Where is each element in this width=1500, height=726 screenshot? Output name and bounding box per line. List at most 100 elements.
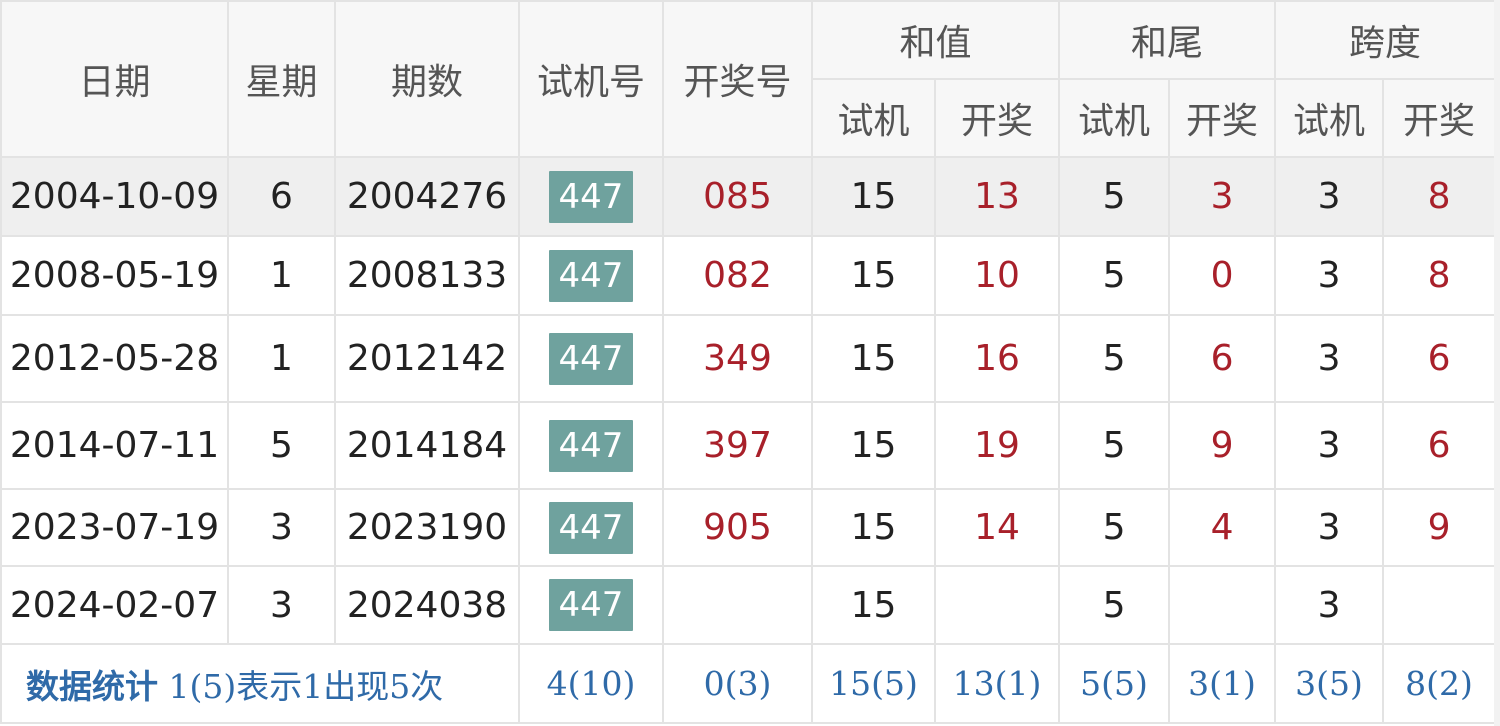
cell-tail-draw: 4 <box>1168 488 1277 567</box>
cell-draw: 349 <box>662 314 813 403</box>
cell-sum-draw: 13 <box>933 156 1061 237</box>
cell-issue: 2023190 <box>334 488 520 567</box>
trial-number-badge: 447 <box>549 170 633 223</box>
cell-span-trial: 3 <box>1274 314 1385 403</box>
stats-sum-draw: 13(1) <box>933 643 1061 724</box>
cell-draw: 905 <box>662 488 813 567</box>
cell-date: 2012-05-28 <box>0 314 229 403</box>
table-row: 2024-02-07 3 2024038 447 15 5 3 <box>0 565 1497 645</box>
cell-date: 2004-10-09 <box>0 156 229 237</box>
cell-date: 2024-02-07 <box>0 565 229 645</box>
cell-date: 2008-05-19 <box>0 235 229 316</box>
cell-draw <box>662 565 813 645</box>
cell-tail-trial: 5 <box>1058 156 1171 237</box>
cell-span-trial: 3 <box>1274 488 1385 567</box>
stats-span-draw: 8(2) <box>1382 643 1497 724</box>
cell-tail-draw: 3 <box>1168 156 1277 237</box>
cell-tail-trial: 5 <box>1058 235 1171 316</box>
stats-trial: 4(10) <box>518 643 664 724</box>
header-date: 日期 <box>0 0 229 158</box>
cell-sum-trial: 15 <box>811 565 936 645</box>
table-row: 2004-10-09 6 2004276 447 085 15 13 5 3 3… <box>0 156 1497 237</box>
stats-span-trial: 3(5) <box>1274 643 1385 724</box>
scroll-edge <box>1494 0 1500 726</box>
stats-row: 数据统计 1(5)表示1出现5次 4(10) 0(3) 15(5) 13(1) … <box>0 643 1497 724</box>
cell-issue: 2024038 <box>334 565 520 645</box>
trial-number-badge: 447 <box>549 419 633 472</box>
subheader-sum-trial: 试机 <box>811 78 936 158</box>
cell-trial: 447 <box>518 314 664 403</box>
table-body: 2004-10-09 6 2004276 447 085 15 13 5 3 3… <box>0 156 1497 645</box>
cell-trial: 447 <box>518 488 664 567</box>
cell-span-trial: 3 <box>1274 235 1385 316</box>
stats-label: 数据统计 <box>26 666 158 706</box>
header-group-sum-tail: 和尾 <box>1058 0 1277 80</box>
cell-sum-trial: 15 <box>811 401 936 490</box>
cell-span-draw: 8 <box>1382 156 1497 237</box>
cell-sum-draw: 14 <box>933 488 1061 567</box>
cell-sum-trial: 15 <box>811 488 936 567</box>
cell-date: 2014-07-11 <box>0 401 229 490</box>
subheader-sum-draw: 开奖 <box>933 78 1061 158</box>
cell-draw: 082 <box>662 235 813 316</box>
cell-sum-draw: 16 <box>933 314 1061 403</box>
stats-footer: 数据统计 1(5)表示1出现5次 4(10) 0(3) 15(5) 13(1) … <box>0 643 1497 724</box>
cell-trial: 447 <box>518 565 664 645</box>
cell-weekday: 1 <box>227 314 336 403</box>
cell-span-trial: 3 <box>1274 401 1385 490</box>
cell-weekday: 6 <box>227 156 336 237</box>
cell-tail-draw <box>1168 565 1277 645</box>
cell-span-trial: 3 <box>1274 565 1385 645</box>
subheader-tail-trial: 试机 <box>1058 78 1171 158</box>
cell-trial: 447 <box>518 401 664 490</box>
cell-trial: 447 <box>518 235 664 316</box>
table-row: 2008-05-19 1 2008133 447 082 15 10 5 0 3… <box>0 235 1497 316</box>
cell-span-draw: 6 <box>1382 314 1497 403</box>
cell-span-trial: 3 <box>1274 156 1385 237</box>
cell-issue: 2012142 <box>334 314 520 403</box>
cell-issue: 2004276 <box>334 156 520 237</box>
cell-weekday: 3 <box>227 488 336 567</box>
cell-sum-draw <box>933 565 1061 645</box>
cell-draw: 085 <box>662 156 813 237</box>
cell-span-draw: 9 <box>1382 488 1497 567</box>
lottery-history-table: 日期 星期 期数 试机号 开奖号 和值 和尾 跨度 试机 开奖 试机 开奖 试机… <box>0 0 1497 724</box>
cell-tail-draw: 0 <box>1168 235 1277 316</box>
cell-tail-draw: 6 <box>1168 314 1277 403</box>
cell-sum-draw: 19 <box>933 401 1061 490</box>
cell-weekday: 3 <box>227 565 336 645</box>
cell-sum-draw: 10 <box>933 235 1061 316</box>
cell-trial: 447 <box>518 156 664 237</box>
header-trial-number: 试机号 <box>518 0 664 158</box>
subheader-span-trial: 试机 <box>1274 78 1385 158</box>
table-row: 2012-05-28 1 2012142 447 349 15 16 5 6 3… <box>0 314 1497 403</box>
stats-note: 1(5)表示1出现5次 <box>168 666 444 706</box>
cell-tail-trial: 5 <box>1058 565 1171 645</box>
cell-issue: 2014184 <box>334 401 520 490</box>
cell-span-draw: 8 <box>1382 235 1497 316</box>
cell-span-draw <box>1382 565 1497 645</box>
cell-sum-trial: 15 <box>811 314 936 403</box>
subheader-tail-draw: 开奖 <box>1168 78 1277 158</box>
trial-number-badge: 447 <box>549 332 633 385</box>
cell-weekday: 5 <box>227 401 336 490</box>
subheader-span-draw: 开奖 <box>1382 78 1497 158</box>
cell-draw: 397 <box>662 401 813 490</box>
cell-tail-draw: 9 <box>1168 401 1277 490</box>
trial-number-badge: 447 <box>549 579 633 631</box>
header-draw-number: 开奖号 <box>662 0 813 158</box>
cell-weekday: 1 <box>227 235 336 316</box>
cell-date: 2023-07-19 <box>0 488 229 567</box>
stats-tail-trial: 5(5) <box>1058 643 1171 724</box>
cell-tail-trial: 5 <box>1058 488 1171 567</box>
stats-draw: 0(3) <box>662 643 813 724</box>
cell-issue: 2008133 <box>334 235 520 316</box>
cell-tail-trial: 5 <box>1058 401 1171 490</box>
stats-tail-draw: 3(1) <box>1168 643 1277 724</box>
header-group-span: 跨度 <box>1274 0 1497 80</box>
trial-number-badge: 447 <box>549 249 633 302</box>
trial-number-badge: 447 <box>549 501 633 554</box>
cell-sum-trial: 15 <box>811 156 936 237</box>
cell-span-draw: 6 <box>1382 401 1497 490</box>
stats-label-cell: 数据统计 1(5)表示1出现5次 <box>0 643 520 724</box>
